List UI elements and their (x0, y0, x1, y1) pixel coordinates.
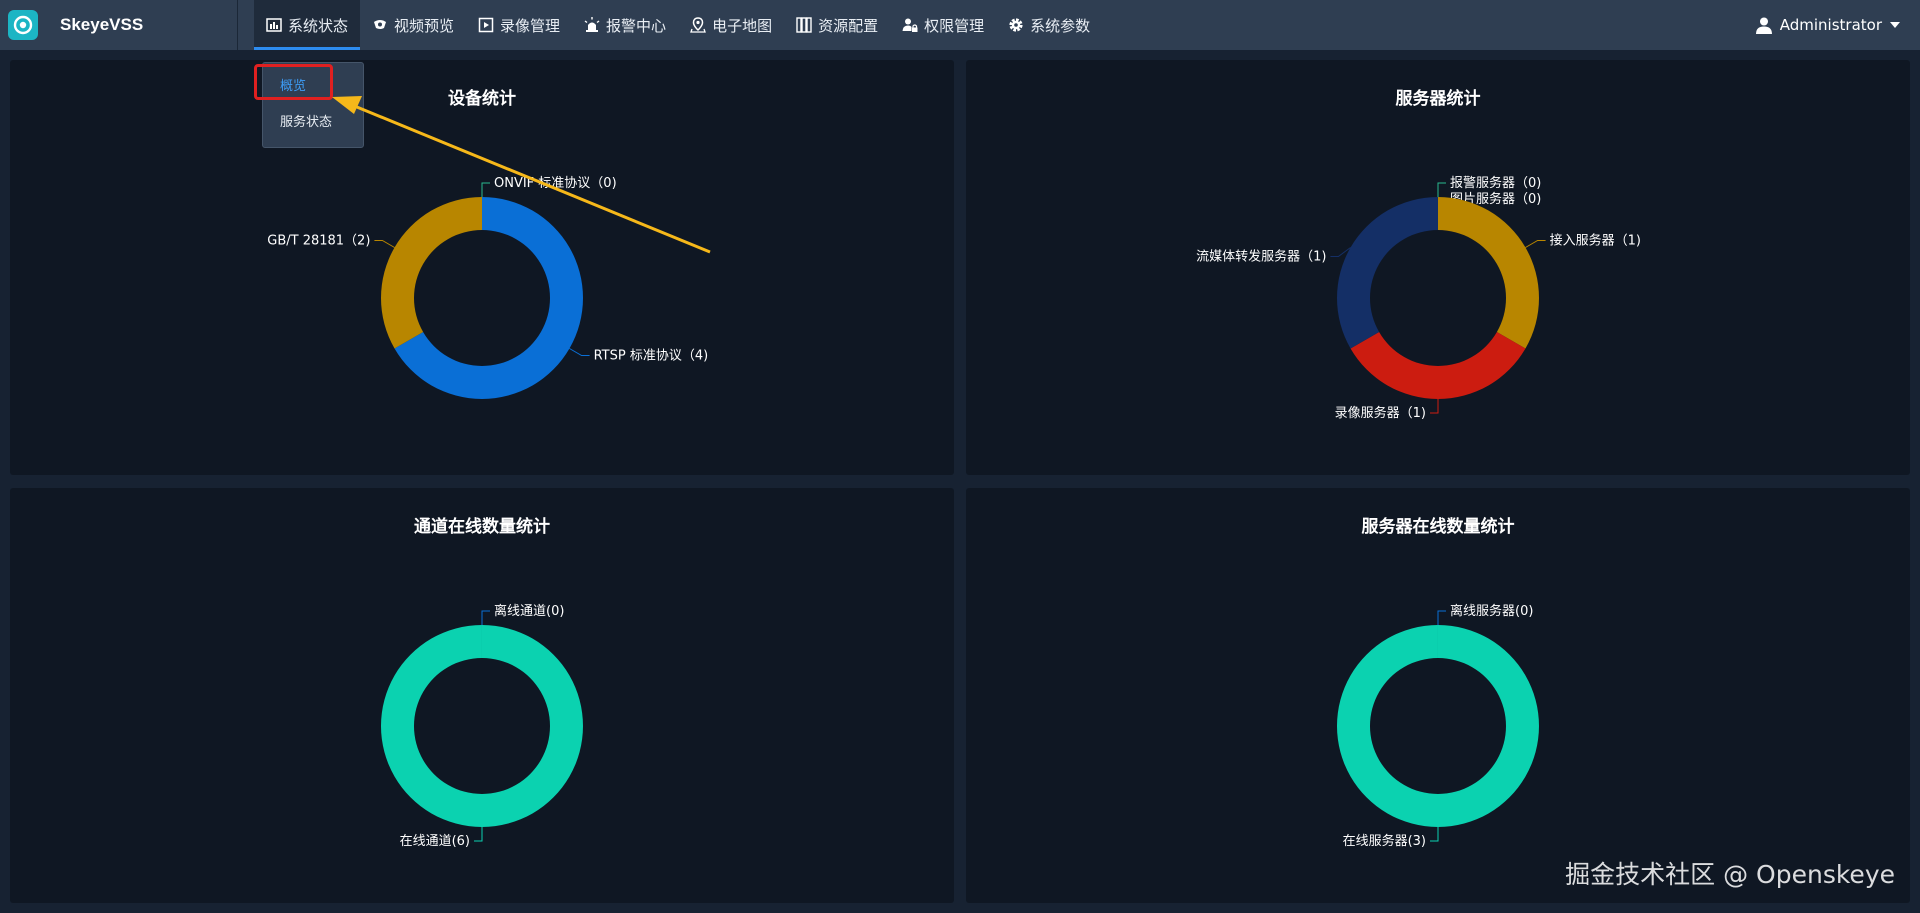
donut-slice-3 (1350, 332, 1526, 399)
gear-icon (1009, 18, 1023, 32)
slice-label: RTSP 标准协议（4) (594, 349, 709, 364)
slice-label: 离线通道(0) (494, 603, 564, 619)
main-nav: 系统状态 视频预览 录像管理 报警中心 电子地图 资源配置 权限管理 系统参数 (254, 0, 1102, 50)
label-leader-line (474, 827, 483, 842)
nav-item-system-status[interactable]: 系统状态 (254, 0, 361, 50)
slice-label: 在线服务器(3) (1343, 833, 1426, 849)
channel-online-chart: 离线通道(0) 在线通道(6) (380, 603, 583, 849)
nav-item-alarm-center[interactable]: 报警中心 (572, 0, 678, 50)
slice-label: 离线服务器(0) (1450, 603, 1533, 619)
nav-label: 电子地图 (712, 16, 773, 35)
server-stats-chart: 报警服务器（0)图片服务器（0)接入服务器（1)录像服务器（1)流媒体转发服务器… (1196, 175, 1641, 421)
bar-chart-icon (266, 18, 282, 32)
channel-online-panel: 通道在线数量统计 离线通道(0) 在线通道(6) (10, 488, 954, 903)
donut-slice-2 (380, 197, 482, 349)
server-online-panel: 服务器在线数量统计 离线服务器(0) 在线服务器(3) (966, 488, 1910, 903)
slice-label: 录像服务器（1) (1335, 405, 1426, 421)
slice-label: 流媒体转发服务器（1) (1196, 249, 1326, 265)
nav-item-electronic-map[interactable]: 电子地图 (678, 0, 784, 50)
donut-slice-4 (1337, 197, 1438, 349)
nav-item-video-preview[interactable]: 视频预览 (360, 0, 466, 50)
nav-label: 资源配置 (818, 16, 879, 35)
brand-name: SkeyeVSS (60, 15, 144, 34)
brand[interactable]: SkeyeVSS (0, 0, 238, 50)
slice-label: 报警服务器（0) (1450, 175, 1541, 191)
top-navbar: SkeyeVSS 系统状态 视频预览 录像管理 报警中心 电子地图 资源配置 权… (0, 0, 1920, 50)
app-logo-icon (8, 10, 38, 40)
map-icon (690, 17, 706, 33)
device-stats-panel: 设备统计 ONVIF 标准协议（0) RTSP 标准协议（4) GB/T 28181… (10, 60, 954, 475)
user-lock-icon (902, 18, 918, 32)
nav-item-recording-management[interactable]: 录像管理 (466, 0, 572, 50)
device-stats-chart: ONVIF 标准协议（0) RTSP 标准协议（4) GB/T 28181（2) (267, 176, 709, 399)
nav-item-system-params[interactable]: 系统参数 (996, 0, 1102, 50)
dropdown-item-overview[interactable]: 概览 (263, 73, 363, 101)
nav-item-resource-config[interactable]: 资源配置 (784, 0, 890, 50)
server-online-chart: 离线服务器(0) 在线服务器(3) (1336, 603, 1539, 849)
user-name: Administrator (1779, 16, 1882, 34)
donut-slice-1 (380, 625, 583, 827)
server-stats-panel: 服务器统计 报警服务器（0) 图片服务器（0) 接入服务器（1) 录像服务器（1) 流媒… (966, 60, 1910, 475)
label-leader-line (569, 348, 590, 356)
system-status-dropdown: 概览 服务状态 (262, 62, 364, 148)
label-leader-line (1437, 182, 1446, 197)
label-leader-line (1525, 240, 1546, 248)
label-leader-line (374, 240, 395, 248)
caret-down-icon (1890, 22, 1900, 28)
video-file-icon (478, 17, 494, 33)
donut-slice-2 (1438, 197, 1539, 349)
label-leader-line (1430, 827, 1439, 842)
nav-label: 系统状态 (288, 16, 349, 35)
slice-label: 接入服务器（1) (1550, 233, 1641, 249)
slice-label: ONVIF 标准协议（0) (494, 176, 617, 191)
nav-label: 权限管理 (924, 16, 985, 35)
camera-icon (374, 20, 387, 29)
slice-label: GB/T 28181（2) (267, 234, 370, 249)
donut-slice-1 (1336, 625, 1539, 827)
user-menu[interactable]: Administrator (1755, 0, 1900, 50)
nav-label: 录像管理 (500, 16, 561, 35)
label-leader-line (481, 610, 490, 625)
user-icon (1755, 17, 1772, 34)
nav-label: 系统参数 (1030, 16, 1091, 35)
slice-label: 在线通道(6) (400, 834, 470, 849)
label-leader-line (481, 182, 490, 197)
alarm-light-icon (584, 17, 600, 32)
watermark: 掘金技术社区 @ Openskeye (1565, 860, 1895, 889)
nav-item-permission-management[interactable]: 权限管理 (890, 0, 996, 50)
server-rack-icon (796, 17, 812, 33)
nav-label: 视频预览 (394, 16, 455, 35)
label-leader-line (1437, 610, 1446, 625)
label-leader-line (1430, 399, 1439, 414)
dropdown-item-service-status[interactable]: 服务状态 (263, 109, 363, 137)
nav-label: 报警中心 (606, 16, 667, 35)
